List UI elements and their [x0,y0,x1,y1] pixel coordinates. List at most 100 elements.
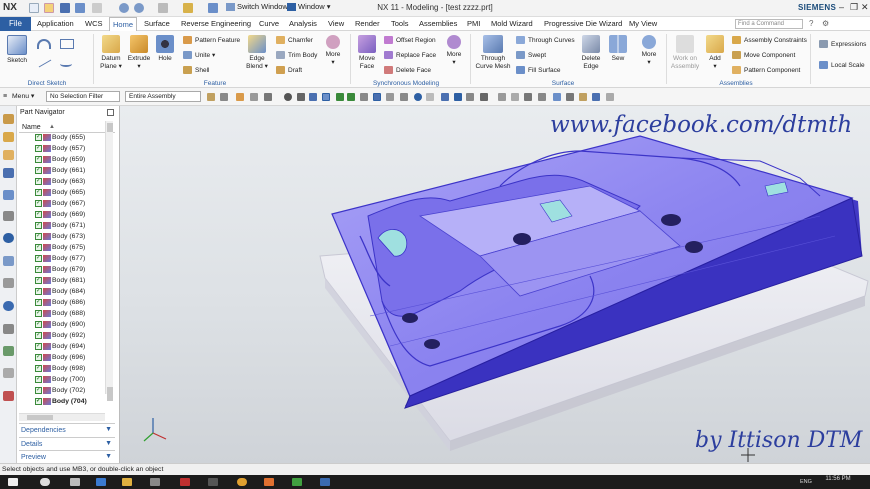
navigator-restore-icon[interactable] [107,109,114,116]
tab-tools[interactable]: Tools [388,17,412,31]
list-item[interactable]: ✓ Body (694) [35,341,85,352]
app-blue-icon[interactable] [320,478,330,486]
snap-arc-icon[interactable] [414,93,422,101]
wireframe-icon[interactable] [322,93,330,101]
sketch-button[interactable]: Sketch [3,35,31,65]
tab-view[interactable]: View [325,17,347,31]
tab-home[interactable]: Home [109,17,138,31]
menu-button[interactable]: Menu ▾ [12,92,34,100]
chamfer-button[interactable]: Chamfer [276,36,313,44]
visibility-checkbox[interactable]: ✓ [35,145,42,152]
manufacturing-wizards-icon[interactable] [3,324,14,334]
language-indicator[interactable]: ENG [800,479,812,485]
app-red-icon[interactable] [180,478,190,486]
hole-button[interactable]: Hole [153,35,177,63]
minimize-button[interactable]: – [839,2,844,12]
edge-blend-button[interactable]: Edge Blend ▾ [244,35,270,71]
paste-icon[interactable] [183,3,193,13]
preview-panel[interactable]: Preview ▼ [19,450,115,462]
list-item[interactable]: ✓ Body (673) [35,231,85,242]
visibility-checkbox[interactable]: ✓ [35,343,42,350]
line-icon[interactable] [38,59,52,68]
surface-more-button[interactable]: More ▾ [636,35,662,67]
snap-quadrant-icon[interactable] [400,93,408,101]
reuse-library-icon[interactable] [3,190,14,200]
system-scenes-icon[interactable] [3,368,14,378]
snap-bounded-icon[interactable] [466,93,474,101]
excel-icon[interactable] [292,478,302,486]
tab-wcs[interactable]: WCS [82,17,106,31]
visibility-checkbox[interactable]: ✓ [35,255,42,262]
extrude-button[interactable]: Extrude ▾ [126,35,152,71]
visibility-checkbox[interactable]: ✓ [35,354,42,361]
list-item[interactable]: ✓ Body (688) [35,308,85,319]
pattern-component-button[interactable]: Pattern Component [732,66,800,74]
table-icon[interactable] [538,93,546,101]
snap-endpoint-icon[interactable] [336,93,344,101]
visibility-checkbox[interactable]: ✓ [35,134,42,141]
visibility-checkbox[interactable]: ✓ [35,365,42,372]
filter-type-icon[interactable] [207,93,215,101]
shell-button[interactable]: Shell [183,66,209,74]
file-explorer-icon[interactable] [122,478,132,486]
more-tools-icon[interactable] [606,93,614,101]
pattern-feature-button[interactable]: Pattern Feature [183,36,240,44]
dependencies-panel[interactable]: Dependencies ▼ [19,423,115,435]
visibility-checkbox[interactable]: ✓ [35,321,42,328]
list-item[interactable]: ✓ Body (671) [35,220,85,231]
window-menu-button[interactable]: Window ▾ [287,2,331,11]
list-item[interactable]: ✓ Body (690) [35,319,85,330]
resource-menu-icon[interactable] [3,114,14,124]
orient-icon[interactable] [284,93,292,101]
expressions-button[interactable]: Expressions [819,40,866,48]
web-browser-icon[interactable] [3,233,14,243]
list-item[interactable]: ✓ Body (669) [35,209,85,220]
part-navigator-icon[interactable] [3,168,14,178]
help-icon[interactable]: ? [809,19,813,28]
switch-window-button[interactable]: Switch Window [226,2,288,11]
visibility-checkbox[interactable]: ✓ [35,244,42,251]
list-item[interactable]: ✓ Body (702) [35,385,85,396]
start-icon[interactable] [8,478,18,486]
tab-pmi[interactable]: PMI [464,17,483,31]
cut-icon[interactable] [92,3,102,13]
process-studio-icon[interactable] [3,301,14,311]
settings-icon[interactable]: ⚙ [822,19,829,28]
unite-button[interactable]: Unite ▾ [183,51,215,59]
through-curves-button[interactable]: Through Curves [516,36,575,44]
save-all-icon[interactable] [75,3,85,13]
list-item[interactable]: ✓ Body (698) [35,363,85,374]
list-item[interactable]: ✓ Body (686) [35,297,85,308]
move-face-button[interactable]: Move Face [354,35,380,71]
snap-grid-icon[interactable] [480,93,488,101]
maximize-button[interactable]: ❐ [850,2,858,13]
zoom-icon[interactable] [524,93,532,101]
list-item[interactable]: ✓ Body (679) [35,264,85,275]
snap-control-icon[interactable] [360,93,368,101]
shaded-icon[interactable] [309,93,317,101]
app-dark-icon[interactable] [208,478,218,486]
snap-existing-icon[interactable] [426,93,434,101]
selection-scope-dropdown[interactable]: Entire Assembly [125,91,201,102]
visibility-checkbox[interactable]: ✓ [35,387,42,394]
selection-filter-dropdown[interactable]: No Selection Filter [46,91,120,102]
tab-curve[interactable]: Curve [256,17,282,31]
tab-application[interactable]: Application [34,17,77,31]
tab-surface[interactable]: Surface [141,17,173,31]
save-icon[interactable] [60,3,70,13]
list-item[interactable]: ✓ Body (675) [35,242,85,253]
move-component-button[interactable]: Move Component [732,51,795,59]
tab-mold-wizard[interactable]: Mold Wizard [488,17,536,31]
repeat-command-icon[interactable] [208,3,218,13]
visibility-checkbox[interactable]: ✓ [35,332,42,339]
visibility-checkbox[interactable]: ✓ [35,156,42,163]
rotate-icon[interactable] [566,93,574,101]
arc-icon[interactable] [37,39,51,49]
list-item[interactable]: ✓ Body (663) [35,176,85,187]
visibility-checkbox[interactable]: ✓ [35,178,42,185]
sync-more-button[interactable]: More ▾ [441,35,467,67]
snap-point-icon[interactable] [441,93,449,101]
file-tab[interactable]: File [0,17,31,31]
roles-icon[interactable] [3,346,14,356]
tab-my-view[interactable]: My View [626,17,660,31]
